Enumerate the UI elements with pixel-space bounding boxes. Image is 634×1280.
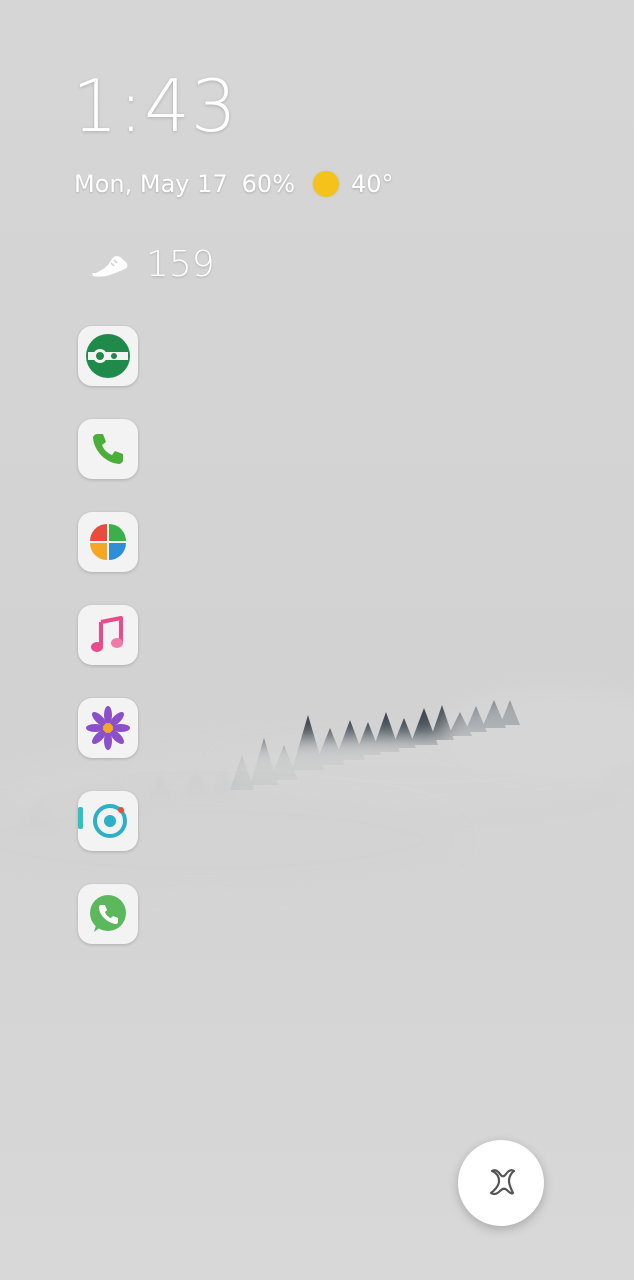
edge-panel-icon	[489, 1169, 516, 1196]
status-info-line: Mon, May 17 60% 40°	[74, 170, 394, 198]
shortcut-camera[interactable]	[78, 791, 138, 851]
shortcut-gallery[interactable]	[78, 698, 138, 758]
clock-time: 1:43	[72, 64, 238, 148]
edge-panel-button[interactable]	[458, 1140, 544, 1226]
colorful-grid-icon	[90, 524, 126, 560]
camera-icon	[78, 804, 127, 838]
date-text: Mon, May 17	[74, 170, 228, 198]
shortcut-game-controller[interactable]	[78, 326, 138, 386]
shortcut-colorful-grid[interactable]	[78, 512, 138, 572]
flower-icon	[86, 706, 130, 750]
battery-percent: 60%	[241, 170, 295, 198]
shortcut-whatsapp[interactable]	[78, 884, 138, 944]
whatsapp-icon	[90, 895, 126, 932]
shortcut-column	[78, 326, 140, 977]
lock-screen: 1:43 Mon, May 17 60% 40° 159	[0, 0, 634, 1280]
game-controller-icon	[86, 334, 130, 378]
shoe-icon	[92, 255, 128, 277]
phone-icon	[93, 434, 123, 464]
steps-count: 159	[146, 244, 215, 285]
music-note-icon	[91, 616, 123, 652]
shortcut-music[interactable]	[78, 605, 138, 665]
shortcut-phone[interactable]	[78, 419, 138, 479]
sun-icon	[313, 171, 339, 197]
step-counter: 159	[90, 244, 215, 285]
temperature-text: 40°	[351, 170, 394, 198]
